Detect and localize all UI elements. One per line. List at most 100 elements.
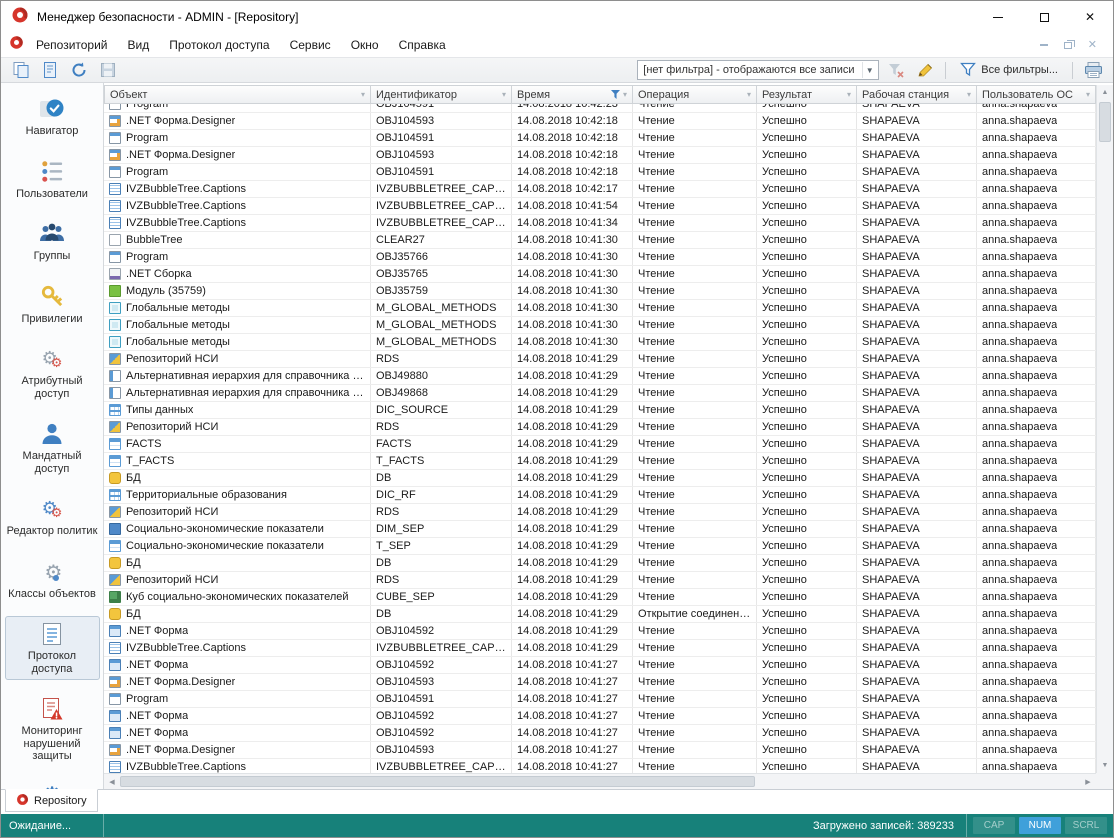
sidebar-item-key[interactable]: Привилегии [5,279,100,331]
sidebar-item-protocol-document[interactable]: Протокол доступа [5,616,100,680]
table-row[interactable]: .NET Форма.DesignerOBJ10459314.08.2018 1… [104,742,1096,759]
close-button[interactable]: ✕ [1067,1,1113,33]
table-row[interactable]: IVZBubbleTree.CaptionsIVZBUBBLETREE_CAPT… [104,181,1096,198]
all-filters-button[interactable]: Все фильтры... [954,59,1064,81]
chevron-down-icon: ▾ [1086,90,1090,99]
table-row[interactable]: IVZBubbleTree.CaptionsIVZBUBBLETREE_CAPT… [104,759,1096,773]
column-header-label: Время [517,89,550,101]
mdi-window-controls: ✕ [1040,40,1105,51]
sidebar-item-groups[interactable]: Группы [5,216,100,268]
column-header-5[interactable]: Рабочая станция▾ [857,85,977,104]
window-controls: ✕ [975,1,1113,33]
table-row[interactable]: БДDB14.08.2018 10:41:29ЧтениеУспешноSHAP… [104,470,1096,487]
mdi-minimize-icon[interactable] [1040,44,1048,46]
table-row[interactable]: .NET ФормаOBJ10459214.08.2018 10:41:27Чт… [104,708,1096,725]
column-header-label: Объект [110,89,147,101]
document-icon[interactable] [38,59,62,81]
scroll-up-icon[interactable]: ▲ [1097,85,1113,100]
column-header-1[interactable]: Идентификатор▾ [371,85,512,104]
table-row[interactable]: BubbleTreeCLEAR2714.08.2018 10:41:30Чтен… [104,232,1096,249]
table-row[interactable]: БДDB14.08.2018 10:41:29ЧтениеУспешноSHAP… [104,555,1096,572]
table-row[interactable]: Модуль (35759)OBJ3575914.08.2018 10:41:3… [104,283,1096,300]
vertical-scrollbar[interactable]: ▲ ▼ [1096,85,1113,773]
menu-item-4[interactable]: Окно [341,35,389,55]
mdi-restore-icon[interactable] [1064,42,1072,49]
table-row[interactable]: FACTSFACTS14.08.2018 10:41:29ЧтениеУспеш… [104,436,1096,453]
table-row[interactable]: Альтернативная иерархия для справочника … [104,368,1096,385]
sidebar-item-policy-gears[interactable]: ⚙⚙Редактор политик [5,491,100,543]
menu-item-1[interactable]: Вид [118,35,160,55]
table-row[interactable]: .NET СборкаOBJ3576514.08.2018 10:41:30Чт… [104,266,1096,283]
table-row[interactable]: IVZBubbleTree.CaptionsIVZBUBBLETREE_CAPT… [104,640,1096,657]
horizontal-scroll-thumb[interactable] [120,776,755,787]
table-row[interactable]: .NET Форма.DesignerOBJ10459314.08.2018 1… [104,113,1096,130]
printer-icon[interactable] [1081,59,1105,81]
column-header-0[interactable]: Объект▾ [104,85,371,104]
filter-icon[interactable] [611,90,620,99]
table-row[interactable]: Альтернативная иерархия для справочника … [104,385,1096,402]
table-row[interactable]: Репозиторий НСИRDS14.08.2018 10:41:29Чте… [104,504,1096,521]
table-row[interactable]: Глобальные методыM_GLOBAL_METHODS14.08.2… [104,317,1096,334]
table-row[interactable]: ProgramOBJ3576614.08.2018 10:41:30Чтение… [104,249,1096,266]
table-row[interactable]: Репозиторий НСИRDS14.08.2018 10:41:29Чте… [104,351,1096,368]
rds-object-icon [109,506,121,518]
table-row[interactable]: Социально-экономические показателиDIM_SE… [104,521,1096,538]
table-row[interactable]: БДDB14.08.2018 10:41:29Открытие соединен… [104,606,1096,623]
table-row[interactable]: .NET Форма.DesignerOBJ10459314.08.2018 1… [104,674,1096,691]
table-row[interactable]: Глобальные методыM_GLOBAL_METHODS14.08.2… [104,334,1096,351]
copy-icon[interactable] [9,59,33,81]
scroll-down-icon[interactable]: ▼ [1097,758,1113,773]
table-row[interactable]: Репозиторий НСИRDS14.08.2018 10:41:29Чте… [104,572,1096,589]
refresh-icon[interactable] [67,59,91,81]
horizontal-scrollbar[interactable]: ◀ ▶ [104,773,1096,789]
table-row[interactable]: Социально-экономические показателиT_SEP1… [104,538,1096,555]
column-header-3[interactable]: Операция▾ [633,85,757,104]
sidebar-item-violation-monitor[interactable]: Мониторинг нарушений защиты [5,691,100,768]
table-row[interactable]: Глобальные методыM_GLOBAL_METHODS14.08.2… [104,300,1096,317]
table-row[interactable]: ProgramOBJ10459114.08.2018 10:42:18Чтени… [104,164,1096,181]
table-row[interactable]: .NET ФормаOBJ10459214.08.2018 10:41:27Чт… [104,657,1096,674]
mod-object-icon [109,285,121,297]
sidebar-item-navigator[interactable]: Навигатор [5,91,100,143]
table-row[interactable]: IVZBubbleTree.CaptionsIVZBUBBLETREE_CAPT… [104,198,1096,215]
sidebar-item-person[interactable]: Мандатный доступ [5,416,100,480]
table-row[interactable]: Территориальные образованияDIC_RF14.08.2… [104,487,1096,504]
table-row[interactable]: .NET ФормаOBJ10459214.08.2018 10:41:27Чт… [104,725,1096,742]
minimize-button[interactable] [975,1,1021,33]
sidebar-item-service-gear[interactable]: ⚙Сервис [5,779,100,790]
table-row[interactable]: ProgramOBJ10459114.08.2018 10:42:23Чтени… [104,104,1096,113]
tbl-object-icon [109,455,121,467]
sidebar-item-classes-gear[interactable]: ⚙Классы объектов [5,554,100,606]
sidebar-item-attr-gears[interactable]: ⚙⚙Атрибутный доступ [5,341,100,405]
mdi-close-icon[interactable]: ✕ [1088,40,1097,51]
filter-dropdown[interactable]: [нет фильтра] - отображаются все записи … [637,60,879,80]
column-header-4[interactable]: Результат▾ [757,85,857,104]
column-header-2[interactable]: Время▾ [512,85,633,104]
menu-item-5[interactable]: Справка [389,35,456,55]
save-icon[interactable] [96,59,120,81]
table-row[interactable]: IVZBubbleTree.CaptionsIVZBUBBLETREE_CAPT… [104,215,1096,232]
menu-item-3[interactable]: Сервис [280,35,341,55]
scroll-left-icon[interactable]: ◀ [104,778,120,786]
cap-object-icon [109,217,121,229]
table-row[interactable]: .NET ФормаOBJ10459214.08.2018 10:41:29Чт… [104,623,1096,640]
table-row[interactable]: .NET Форма.DesignerOBJ10459314.08.2018 1… [104,147,1096,164]
column-header-6[interactable]: Пользователь ОС▾ [977,85,1096,104]
scroll-right-icon[interactable]: ▶ [1080,778,1096,786]
table-row[interactable]: Типы данныхDIC_SOURCE14.08.2018 10:41:29… [104,402,1096,419]
edit-filter-icon[interactable] [913,59,937,81]
menu-item-2[interactable]: Протокол доступа [159,35,279,55]
table-row[interactable]: T_FACTST_FACTS14.08.2018 10:41:29ЧтениеУ… [104,453,1096,470]
sidebar-item-label: Мандатный доступ [7,450,98,475]
menu-item-0[interactable]: Репозиторий [26,35,118,55]
clear-filter-icon[interactable] [884,59,908,81]
table-row[interactable]: ProgramOBJ10459114.08.2018 10:41:27Чтени… [104,691,1096,708]
toolbar-separator [1072,62,1073,79]
table-row[interactable]: Репозиторий НСИRDS14.08.2018 10:41:29Чте… [104,419,1096,436]
tab-repository[interactable]: Repository [5,789,98,812]
maximize-button[interactable] [1021,1,1067,33]
table-row[interactable]: ProgramOBJ10459114.08.2018 10:42:18Чтени… [104,130,1096,147]
vertical-scroll-thumb[interactable] [1099,102,1111,142]
table-row[interactable]: Куб социально-экономических показателейC… [104,589,1096,606]
sidebar-item-users[interactable]: Пользователи [5,154,100,206]
